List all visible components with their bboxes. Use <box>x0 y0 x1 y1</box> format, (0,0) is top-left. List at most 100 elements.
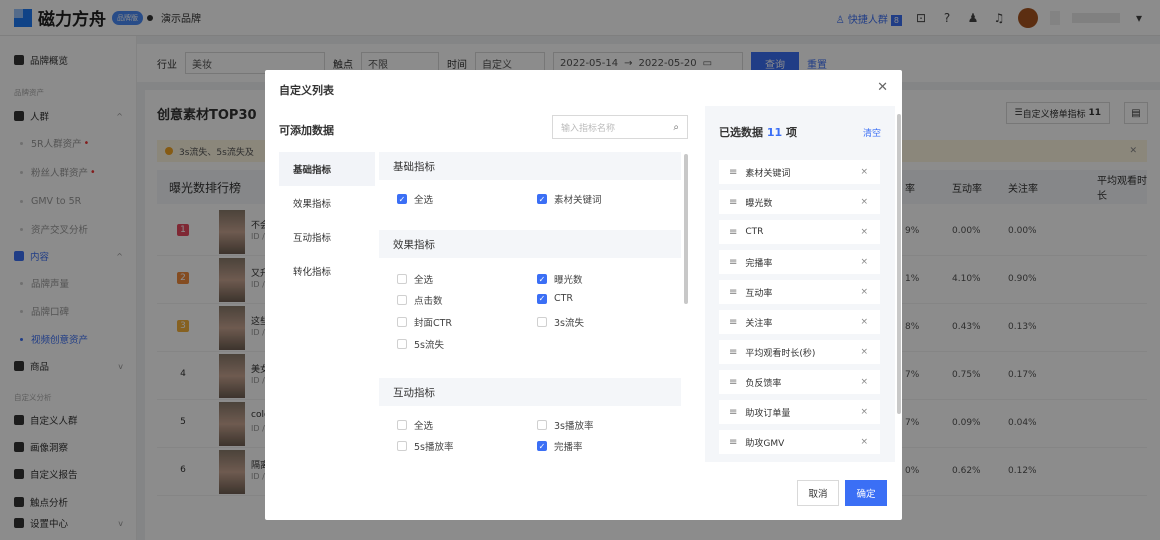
metric-list-scrollbar[interactable] <box>684 154 688 304</box>
selected-prefix: 已选数据 <box>719 126 763 139</box>
checkbox-checked-icon: ✓ <box>537 274 547 284</box>
remove-icon[interactable]: × <box>860 437 868 447</box>
selected-item-label: 关注率 <box>745 318 773 329</box>
confirm-button[interactable]: 确定 <box>845 480 887 506</box>
selected-suffix: 项 <box>786 126 797 139</box>
section-effect: 效果指标 全选 ✓ 曝光数 点击数 ✓ CTR 封面CTR 3s流失 5s流失 <box>379 230 681 370</box>
remove-icon[interactable]: × <box>860 167 868 177</box>
section-interaction: 互动指标 全选 3s播放率 5s播放率 ✓ 完播率 <box>379 378 681 462</box>
selected-item-label: 互动率 <box>745 288 773 299</box>
checkbox-checked-icon: ✓ <box>537 293 547 304</box>
checkbox-label: 全选 <box>414 275 434 286</box>
remove-icon[interactable]: × <box>860 407 868 417</box>
selected-title: 已选数据 11 项 <box>719 124 797 140</box>
checkbox-label: 点击数 <box>414 296 443 307</box>
selected-item[interactable]: ≡ 助攻GMV × <box>719 430 880 454</box>
selected-item-label: 素材关键词 <box>745 168 791 179</box>
checkbox-impressions[interactable]: ✓ 曝光数 <box>537 272 583 286</box>
drag-handle-icon[interactable]: ≡ <box>729 287 737 298</box>
checkbox-icon <box>397 420 407 430</box>
checkbox-ctr[interactable]: ✓ CTR <box>537 293 573 304</box>
selected-item[interactable]: ≡ 关注率 × <box>719 310 880 334</box>
remove-icon[interactable]: × <box>860 347 868 357</box>
checkbox-checked-icon: ✓ <box>537 441 547 451</box>
selected-item[interactable]: ≡ 曝光数 × <box>719 190 880 214</box>
checkbox-icon <box>537 317 547 327</box>
selected-item[interactable]: ≡ 助攻订单量 × <box>719 400 880 424</box>
remove-icon[interactable]: × <box>860 197 868 207</box>
nav-basic-metrics[interactable]: 基础指标 <box>279 152 375 186</box>
selected-item[interactable]: ≡ CTR × <box>719 220 880 244</box>
checkbox-label: 全选 <box>414 421 434 432</box>
nav-conversion-metrics[interactable]: 转化指标 <box>279 254 375 288</box>
checkbox-select-all[interactable]: 全选 <box>397 272 433 286</box>
drag-handle-icon[interactable]: ≡ <box>729 257 737 268</box>
selected-item-label: 助攻GMV <box>745 438 785 449</box>
selected-item[interactable]: ≡ 完播率 × <box>719 250 880 274</box>
addable-title: 可添加数据 <box>279 124 334 137</box>
selected-item-label: 曝光数 <box>745 198 773 209</box>
selected-item-label: 完播率 <box>745 258 773 269</box>
checkbox-3s-play-rate[interactable]: 3s播放率 <box>537 418 594 432</box>
checkbox-completion-rate[interactable]: ✓ 完播率 <box>537 439 583 453</box>
drag-handle-icon[interactable]: ≡ <box>729 407 737 418</box>
checkbox-select-all[interactable]: 全选 <box>397 418 433 432</box>
checkbox-label: 5s播放率 <box>414 442 454 453</box>
checkbox-clicks[interactable]: 点击数 <box>397 293 443 307</box>
section-title: 互动指标 <box>379 378 681 406</box>
selected-item[interactable]: ≡ 负反馈率 × <box>719 370 880 394</box>
checkbox-5s-loss[interactable]: 5s流失 <box>397 337 444 351</box>
checkbox-label: 曝光数 <box>554 275 583 286</box>
section-title: 效果指标 <box>379 230 681 258</box>
custom-list-dialog: 自定义列表 ✕ 可添加数据 输入指标名称 ⌕ 基础指标 效果指标 互动指标 转化指… <box>265 70 902 520</box>
metric-category-nav: 基础指标 效果指标 互动指标 转化指标 <box>279 152 375 462</box>
checkbox-icon <box>397 441 407 451</box>
checkbox-keyword[interactable]: ✓ 素材关键词 <box>537 192 602 206</box>
selected-item-label: 平均观看时长(秒) <box>745 348 816 359</box>
checkbox-label: 3s流失 <box>554 318 584 329</box>
drag-handle-icon[interactable]: ≡ <box>729 437 737 448</box>
cancel-button[interactable]: 取消 <box>797 480 839 506</box>
selected-item[interactable]: ≡ 素材关键词 × <box>719 160 880 184</box>
checkbox-icon <box>537 420 547 430</box>
remove-icon[interactable]: × <box>860 287 868 297</box>
drag-handle-icon[interactable]: ≡ <box>729 377 737 388</box>
checkbox-5s-play-rate[interactable]: 5s播放率 <box>397 439 454 453</box>
selected-panel: 已选数据 11 项 清空 ≡ 素材关键词 × ≡ 曝光数 × ≡ CTR × ≡ 完播率 × ≡… <box>705 106 895 462</box>
checkbox-icon <box>397 274 407 284</box>
selected-item-label: CTR <box>745 227 764 237</box>
checkbox-label: CTR <box>554 293 574 304</box>
section-title: 基础指标 <box>379 152 681 180</box>
remove-icon[interactable]: × <box>860 317 868 327</box>
metric-lists: 基础指标 ✓ 全选 ✓ 素材关键词 效果指标 全选 ✓ 曝光数 点击数 ✓ CTR 封面… <box>379 152 689 462</box>
remove-icon[interactable]: × <box>860 227 868 237</box>
checkbox-icon <box>397 339 407 349</box>
search-icon[interactable]: ⌕ <box>673 122 679 133</box>
selected-item[interactable]: ≡ 平均观看时长(秒) × <box>719 340 880 364</box>
search-placeholder: 输入指标名称 <box>561 123 616 134</box>
section-basic: 基础指标 ✓ 全选 ✓ 素材关键词 <box>379 152 681 222</box>
close-icon[interactable]: ✕ <box>877 80 888 95</box>
checkbox-cover-ctr[interactable]: 封面CTR <box>397 315 452 329</box>
selected-item[interactable]: ≡ 互动率 × <box>719 280 880 304</box>
checkbox-label: 封面CTR <box>414 318 453 329</box>
drag-handle-icon[interactable]: ≡ <box>729 347 737 358</box>
checkbox-3s-loss[interactable]: 3s流失 <box>537 315 584 329</box>
metric-search-input[interactable]: 输入指标名称 ⌕ <box>552 115 688 139</box>
checkbox-icon <box>397 295 407 305</box>
drag-handle-icon[interactable]: ≡ <box>729 167 737 178</box>
drag-handle-icon[interactable]: ≡ <box>729 317 737 328</box>
checkbox-label: 5s流失 <box>414 340 444 351</box>
checkbox-checked-icon: ✓ <box>397 194 407 204</box>
remove-icon[interactable]: × <box>860 257 868 267</box>
selected-list-scrollbar[interactable] <box>897 114 901 414</box>
checkbox-select-all[interactable]: ✓ 全选 <box>397 192 433 206</box>
drag-handle-icon[interactable]: ≡ <box>729 227 737 238</box>
nav-effect-metrics[interactable]: 效果指标 <box>279 186 375 220</box>
nav-interaction-metrics[interactable]: 互动指标 <box>279 220 375 254</box>
checkbox-label: 3s播放率 <box>554 421 594 432</box>
remove-icon[interactable]: × <box>860 377 868 387</box>
selected-item-label: 助攻订单量 <box>745 408 791 419</box>
clear-link[interactable]: 清空 <box>863 126 881 139</box>
drag-handle-icon[interactable]: ≡ <box>729 197 737 208</box>
